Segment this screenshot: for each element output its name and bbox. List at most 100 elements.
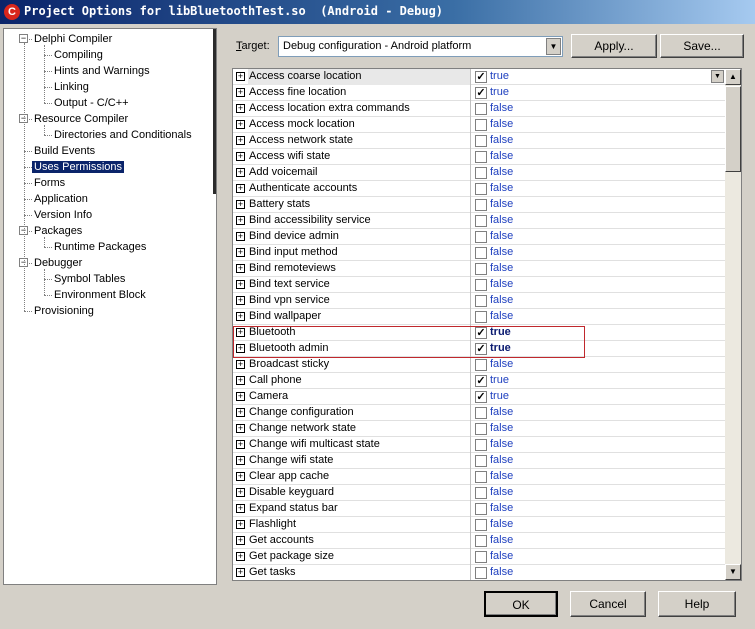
options-tree[interactable]: Delphi Compiler − Compiling Hints and Warni… (3, 28, 217, 585)
permission-checkbox[interactable] (475, 279, 487, 291)
chevron-down-icon[interactable]: ▼ (711, 70, 724, 83)
permission-row[interactable]: + Camera ✓ true (233, 389, 725, 405)
expand-icon[interactable]: + (236, 456, 245, 465)
expand-icon[interactable]: + (236, 72, 245, 81)
tree-item[interactable]: Symbol Tables (52, 271, 127, 287)
permission-checkbox[interactable]: ✓ (475, 391, 487, 403)
permission-row[interactable]: + Call phone ✓ true (233, 373, 725, 389)
tree-item[interactable]: Debugger (32, 255, 84, 271)
permission-row[interactable]: + Bind remoteviews false (233, 261, 725, 277)
help-button[interactable]: Help (658, 591, 736, 617)
permission-row[interactable]: + Expand status bar false (233, 501, 725, 517)
tree-item[interactable]: Environment Block (52, 287, 148, 303)
target-dropdown[interactable]: Debug configuration - Android platform ▼ (278, 36, 563, 57)
permission-checkbox[interactable] (475, 119, 487, 131)
permission-row[interactable]: + Broadcast sticky false (233, 357, 725, 373)
permission-row[interactable]: + Access wifi state false (233, 149, 725, 165)
permission-row[interactable]: + Bluetooth admin ✓ true (233, 341, 725, 357)
permission-row[interactable]: + Bind input method false (233, 245, 725, 261)
permission-checkbox[interactable] (475, 311, 487, 323)
permission-checkbox[interactable] (475, 295, 487, 307)
permission-checkbox[interactable] (475, 471, 487, 483)
permission-checkbox[interactable] (475, 439, 487, 451)
permission-row[interactable]: + Flashlight false (233, 517, 725, 533)
permission-checkbox[interactable] (475, 359, 487, 371)
collapse-icon[interactable]: − (19, 34, 28, 43)
permission-row[interactable]: + Disable keyguard false (233, 485, 725, 501)
permission-row[interactable]: + Access location extra commands false (233, 101, 725, 117)
expand-icon[interactable]: + (236, 312, 245, 321)
permission-checkbox[interactable]: ✓ (475, 375, 487, 387)
expand-icon[interactable]: + (236, 296, 245, 305)
permission-row[interactable]: + Change configuration false (233, 405, 725, 421)
permission-checkbox[interactable] (475, 423, 487, 435)
permission-row[interactable]: + Battery stats false (233, 197, 725, 213)
permission-row[interactable]: + Get accounts false (233, 533, 725, 549)
permission-row[interactable]: + Get tasks false (233, 565, 725, 580)
expand-icon[interactable]: + (236, 104, 245, 113)
apply-button[interactable]: Apply... (571, 34, 657, 58)
expand-icon[interactable]: + (236, 248, 245, 257)
permission-checkbox[interactable] (475, 487, 487, 499)
expand-icon[interactable]: + (236, 184, 245, 193)
tree-item[interactable]: Version Info (32, 207, 94, 223)
permission-row[interactable]: + Bind accessibility service false (233, 213, 725, 229)
permission-checkbox[interactable] (475, 551, 487, 563)
permissions-grid[interactable]: + Access coarse location ✓ true ▼ + Access fin… (232, 68, 742, 581)
expand-icon[interactable]: + (236, 488, 245, 497)
permission-checkbox[interactable] (475, 183, 487, 195)
expand-icon[interactable]: + (236, 504, 245, 513)
permission-checkbox[interactable] (475, 103, 487, 115)
expand-icon[interactable]: + (236, 552, 245, 561)
permission-checkbox[interactable] (475, 167, 487, 179)
expand-icon[interactable]: + (236, 536, 245, 545)
tree-item[interactable]: Output - C/C++ (52, 95, 131, 111)
permission-row[interactable]: + Access mock location false (233, 117, 725, 133)
expand-icon[interactable]: + (236, 376, 245, 385)
permission-checkbox[interactable] (475, 455, 487, 467)
permission-row[interactable]: + Bluetooth ✓ true (233, 325, 725, 341)
permission-row[interactable]: + Change network state false (233, 421, 725, 437)
expand-icon[interactable]: + (236, 168, 245, 177)
permission-checkbox[interactable]: ✓ (475, 87, 487, 99)
expand-icon[interactable]: + (236, 344, 245, 353)
scroll-thumb[interactable] (725, 86, 741, 172)
expand-icon[interactable]: + (236, 280, 245, 289)
permission-checkbox[interactable] (475, 519, 487, 531)
expand-icon[interactable]: + (236, 88, 245, 97)
expand-icon[interactable]: + (236, 360, 245, 369)
permission-row[interactable]: + Bind wallpaper false (233, 309, 725, 325)
permission-row[interactable]: + Change wifi multicast state false (233, 437, 725, 453)
tree-item[interactable]: Application (32, 191, 90, 207)
chevron-down-icon[interactable]: ▼ (546, 38, 561, 55)
save-button[interactable]: Save... (660, 34, 744, 58)
permission-row[interactable]: + Access fine location ✓ true (233, 85, 725, 101)
title-bar[interactable]: C Project Options for libBluetoothTest.s… (0, 0, 755, 24)
permission-checkbox[interactable] (475, 503, 487, 515)
expand-icon[interactable]: + (236, 472, 245, 481)
expand-icon[interactable]: + (236, 120, 245, 129)
permission-checkbox[interactable] (475, 215, 487, 227)
permission-checkbox[interactable] (475, 407, 487, 419)
cancel-button[interactable]: Cancel (570, 591, 646, 617)
expand-icon[interactable]: + (236, 568, 245, 577)
ok-button[interactable]: OK (484, 591, 558, 617)
expand-icon[interactable]: + (236, 392, 245, 401)
tree-item[interactable]: Hints and Warnings (52, 63, 152, 79)
expand-icon[interactable]: + (236, 264, 245, 273)
expand-icon[interactable]: + (236, 152, 245, 161)
permission-row[interactable]: + Bind text service false (233, 277, 725, 293)
grid-scrollbar[interactable]: ▲ ▼ (725, 69, 741, 580)
permission-checkbox[interactable] (475, 199, 487, 211)
permission-row[interactable]: + Access network state false (233, 133, 725, 149)
permission-checkbox[interactable] (475, 231, 487, 243)
tree-item[interactable]: Build Events (32, 143, 97, 159)
tree-item[interactable]: Compiling (52, 47, 105, 63)
tree-item[interactable]: Packages (32, 223, 84, 239)
tree-item[interactable]: Resource Compiler (32, 111, 130, 127)
permission-row[interactable]: + Clear app cache false (233, 469, 725, 485)
permission-row[interactable]: + Authenticate accounts false (233, 181, 725, 197)
permission-row[interactable]: + Change wifi state false (233, 453, 725, 469)
permission-row[interactable]: + Bind vpn service false (233, 293, 725, 309)
permission-checkbox[interactable] (475, 135, 487, 147)
